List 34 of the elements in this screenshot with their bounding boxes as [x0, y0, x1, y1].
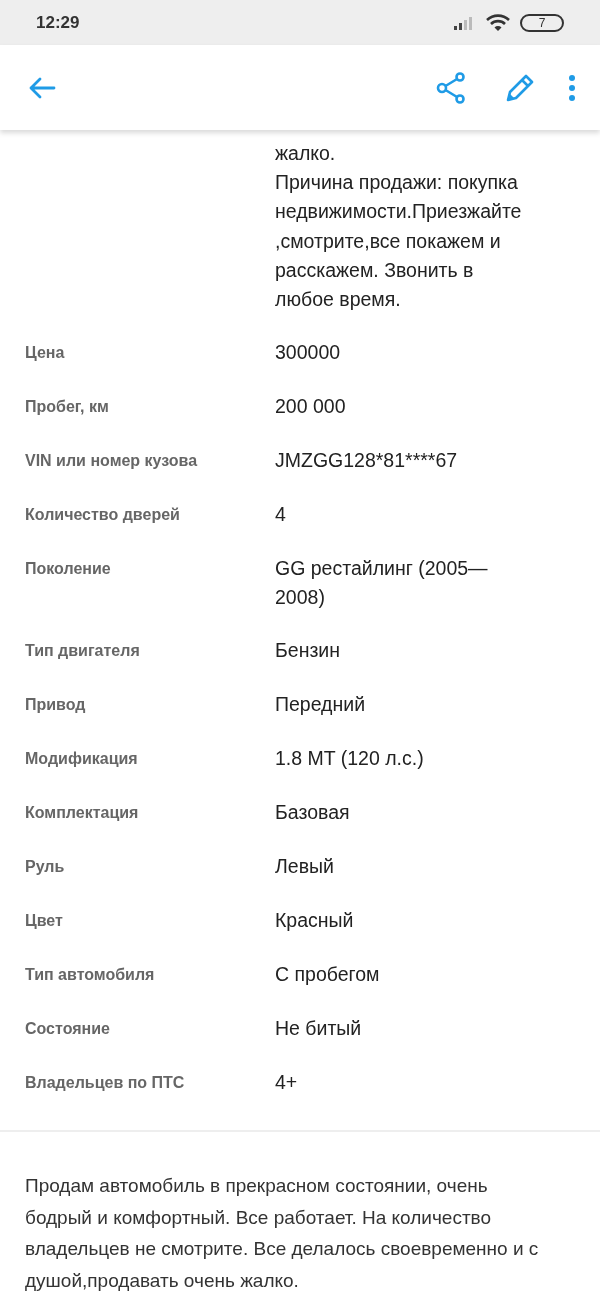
parameter-label: Комплектация	[24, 803, 140, 824]
parameter-label: Владельцев по ПТС	[24, 1073, 186, 1094]
parameter-value: Базовая	[275, 800, 350, 826]
parameter-label: Модификация	[24, 749, 139, 770]
parameter-label: Привод	[24, 695, 87, 716]
parameter-value: Не битый	[275, 1016, 362, 1042]
parameter-value: GG рестайлинг (2005— 2008)	[275, 556, 488, 611]
parameter-label: Цвет	[24, 911, 64, 932]
wifi-icon	[486, 13, 510, 32]
description-text: жалко. Причина продажи: покупка недвижимости.Приезжайте ,смотрите,все покажем и расскажем. Звонить в любое время.	[275, 141, 522, 312]
parameter-value: Красный	[275, 908, 354, 934]
parameter-value: JMZGG128*81****67	[275, 448, 458, 474]
parameter-value: Бензин	[275, 638, 340, 664]
parameter-value: С пробегом	[275, 962, 380, 988]
parameter-value: 4	[275, 502, 286, 528]
parameter-label: Руль	[24, 857, 66, 878]
more-icon	[568, 73, 576, 102]
parameter-label: Тип автомобиля	[24, 965, 156, 986]
parameter-label: Количество дверей	[24, 505, 181, 526]
parameter-label: Состояние	[24, 1019, 111, 1040]
status-time: 12:29	[36, 12, 81, 33]
battery-indicator: 7	[520, 13, 564, 32]
parameter-label: VIN или номер кузова	[24, 451, 199, 472]
parameter-label: Поколение	[24, 559, 112, 580]
description-text: Продам автомобиль в прекрасном состоянии, очень бодрый и комфортный. Все работает. На количество владельцев не смотрите. Все делалось своевременно и с душой,продавать очень жалко.	[25, 1174, 540, 1293]
parameter-value: 300000	[275, 340, 341, 366]
parameter-value: 4+	[275, 1070, 298, 1096]
parameter-value: Передний	[275, 692, 366, 718]
parameter-label: Тип двигателя	[24, 641, 141, 662]
parameter-value: Левый	[275, 854, 334, 880]
parameter-value: 1.8 MT (120 л.с.)	[275, 746, 424, 772]
parameter-label: Цена	[24, 343, 66, 364]
parameter-value: 200 000	[275, 394, 346, 420]
parameter-label: Пробег, км	[24, 397, 110, 418]
